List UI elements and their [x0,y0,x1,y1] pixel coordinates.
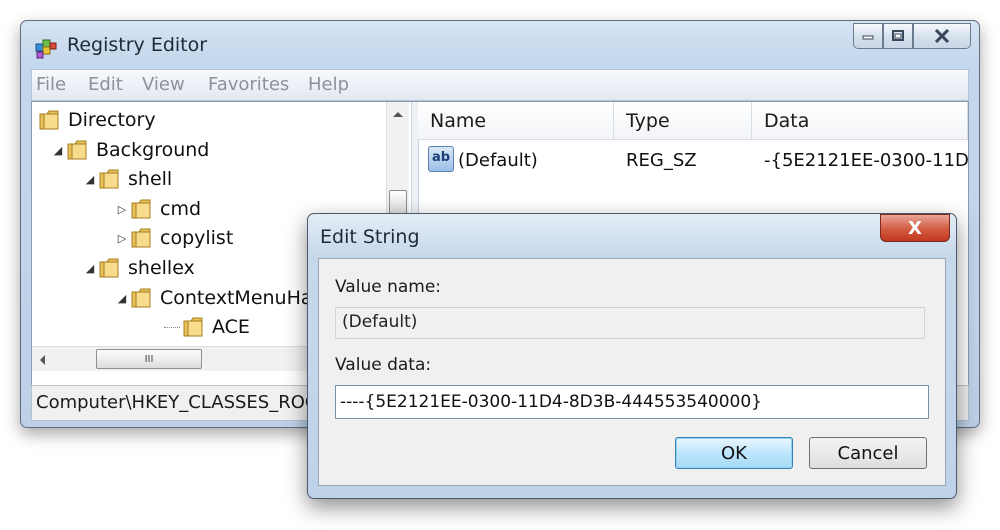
horizontal-scroll-thumb[interactable]: III [96,349,202,369]
folder-icon [39,110,59,130]
caption-buttons [853,23,971,49]
dialog-close-button[interactable]: X [880,214,950,242]
menu-favorites[interactable]: Favorites [208,74,289,95]
tree-item-label: Directory [68,109,156,131]
expander-icon[interactable]: ◢ [50,144,66,157]
column-header-type[interactable]: Type [614,102,752,140]
scroll-left-icon[interactable] [38,354,46,366]
folder-icon [183,317,203,337]
expander-icon[interactable]: ◢ [82,262,98,275]
cancel-button[interactable]: Cancel [809,437,927,469]
expander-icon[interactable]: ▷ [114,232,130,245]
tree-item-label: ACE [212,316,250,338]
tree-item-shellex[interactable]: ◢ shellex [82,254,195,282]
expander-icon[interactable]: ◢ [82,173,98,186]
value-name-label: Value name: [335,277,442,297]
menu-bar: File Edit View Favorites Help [31,69,969,101]
ok-button[interactable]: OK [675,437,793,469]
value-data-input[interactable] [335,385,929,419]
tree-item-label: shellex [128,257,195,279]
expander-icon[interactable]: ◢ [114,292,130,305]
minimize-icon [862,35,874,40]
value-data: -{5E2121EE-0300-11D4- [764,150,968,171]
tree-item-shell[interactable]: ◢ shell [82,165,172,193]
tree-item-copylist[interactable]: ▷ copylist [114,224,234,252]
tree-item-ace[interactable]: ACE [164,313,250,341]
folder-icon [99,258,119,278]
value-name: (Default) [458,150,538,171]
tree-item-label: shell [128,168,173,190]
scroll-up-icon[interactable] [392,110,404,118]
column-header-name[interactable]: Name [418,102,614,140]
tree-item-label: cmd [160,198,202,220]
menu-edit[interactable]: Edit [88,74,123,95]
folder-icon [131,288,151,308]
close-icon [934,29,950,43]
tree-item-background[interactable]: ◢ Background [50,136,210,164]
minimize-button[interactable] [853,23,883,49]
vertical-scroll-thumb[interactable] [389,190,407,214]
restore-icon [892,30,904,41]
tree-item-cmd[interactable]: ▷ cmd [114,195,201,223]
close-button[interactable] [913,23,971,49]
tree-item-label: copylist [160,227,234,249]
menu-file[interactable]: File [36,74,66,95]
restore-button[interactable] [883,23,913,49]
dialog-title: Edit String [320,226,420,248]
value-type: REG_SZ [626,150,697,171]
window-title: Registry Editor [67,34,208,56]
menu-view[interactable]: View [142,74,185,95]
tree-item-label: Background [96,139,210,161]
close-icon: X [908,217,922,239]
folder-icon [131,199,151,219]
tree-connector [164,326,180,328]
folder-icon [99,169,119,189]
tree-item-directory[interactable]: Directory [38,106,156,134]
menu-help[interactable]: Help [308,74,349,95]
column-header-data[interactable]: Data [752,102,968,140]
registry-editor-icon [35,39,57,59]
edit-string-dialog: Edit String X Value name: (Default) Valu… [307,213,957,499]
folder-icon [131,228,151,248]
string-value-icon: ab [428,146,454,172]
folder-icon [67,140,87,160]
expander-icon[interactable]: ▷ [114,203,130,216]
dialog-body: Value name: (Default) Value data: OK Can… [318,258,946,486]
value-data-label: Value data: [335,355,432,375]
value-name-field: (Default) [335,307,925,339]
